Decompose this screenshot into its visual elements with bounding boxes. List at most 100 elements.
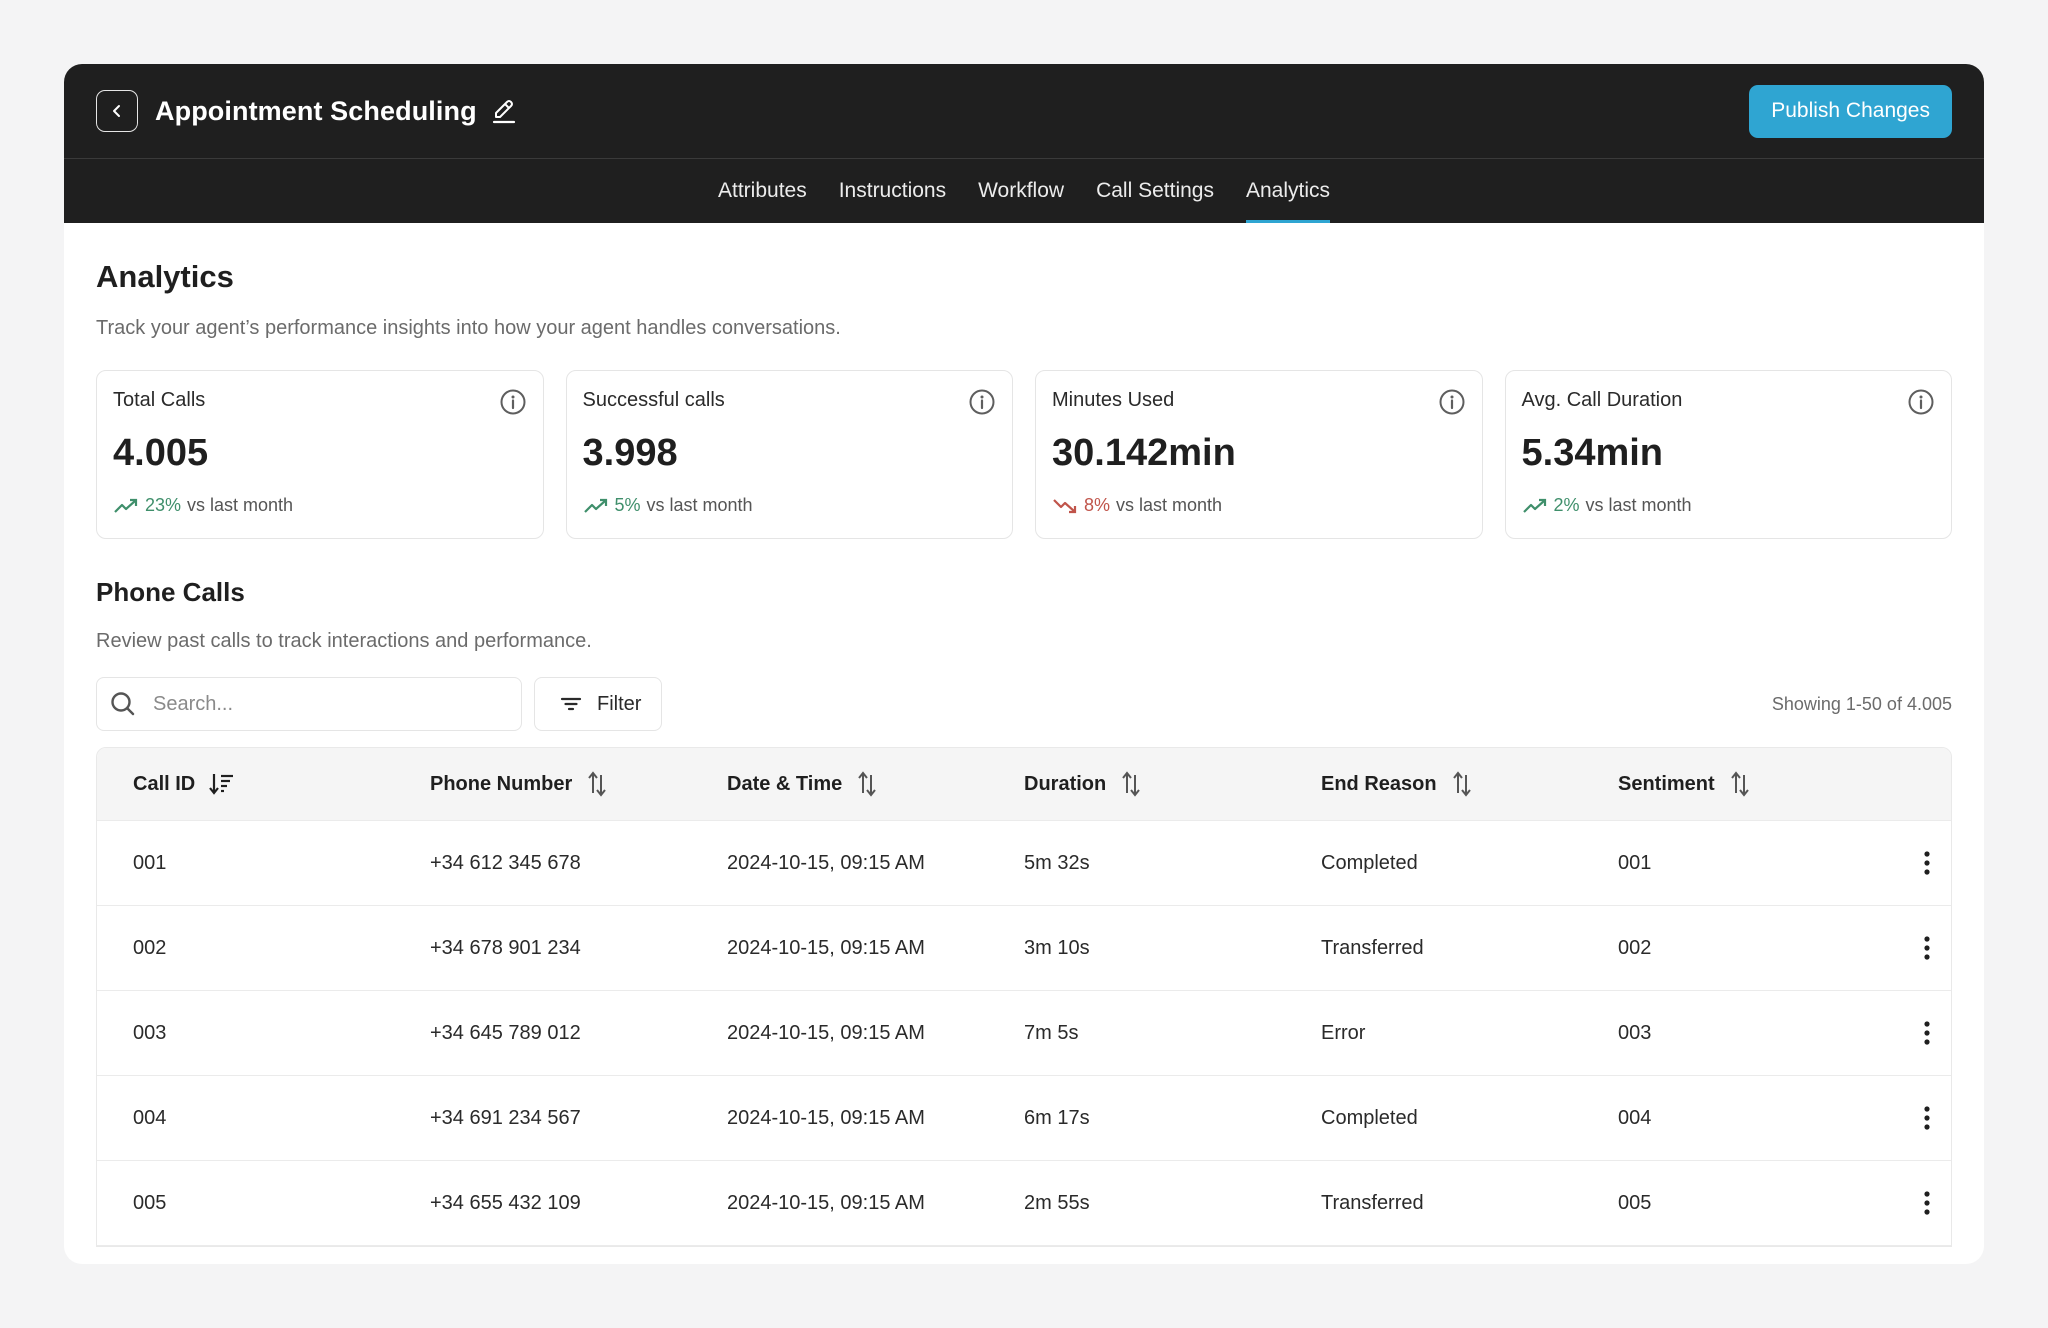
- filter-button[interactable]: Filter: [534, 677, 663, 731]
- column-label: Call ID: [133, 772, 196, 795]
- search-box: [96, 677, 522, 731]
- section-subtitle: Review past calls to track interactions …: [96, 630, 592, 652]
- page-subtitle: Track your agent’s performance insights …: [96, 317, 841, 339]
- tab-workflow[interactable]: Workflow: [962, 159, 1080, 223]
- trend-percent: 5%: [614, 495, 641, 515]
- tab-call-settings[interactable]: Call Settings: [1080, 159, 1230, 223]
- column-header-call-id[interactable]: Call ID: [133, 772, 394, 796]
- stat-card-total-calls: Total Calls 4.005 23% vs last month: [96, 370, 544, 539]
- tab-attributes[interactable]: Attributes: [702, 159, 823, 223]
- cell-date-time: 2024-10-15, 09:15 AM: [727, 936, 925, 959]
- cell-call-id: 002: [133, 936, 167, 959]
- column-label: Phone Number: [430, 772, 573, 795]
- sort-icon: [588, 771, 607, 797]
- cell-sentiment: 001: [1618, 851, 1652, 874]
- stat-value: 4.005: [113, 432, 209, 474]
- cell-sentiment: 004: [1618, 1106, 1652, 1129]
- more-vertical-icon: [1924, 1106, 1930, 1130]
- info-icon[interactable]: [1438, 388, 1466, 416]
- cell-sentiment: 005: [1618, 1191, 1652, 1214]
- trend-percent: 2%: [1553, 495, 1580, 515]
- info-icon[interactable]: [1907, 388, 1935, 416]
- trend-up-icon: [1522, 498, 1546, 513]
- info-icon[interactable]: [968, 388, 996, 416]
- cell-phone-number: +34 655 432 109: [430, 1191, 581, 1214]
- cell-date-time: 2024-10-15, 09:15 AM: [727, 851, 925, 874]
- filter-label: Filter: [597, 692, 642, 715]
- stat-label: Successful calls: [582, 389, 725, 411]
- column-label: Duration: [1024, 772, 1107, 795]
- cell-end-reason: Transferred: [1321, 1191, 1424, 1214]
- cell-end-reason: Completed: [1321, 1106, 1418, 1129]
- stat-label: Minutes Used: [1052, 389, 1175, 411]
- table-row[interactable]: 002 +34 678 901 234 2024-10-15, 09:15 AM 3m…: [97, 906, 1951, 991]
- table-header: Call ID Phone Number Date & Time Duratio…: [97, 748, 1951, 821]
- tab-bar: Attributes Instructions Workflow Call Se…: [64, 159, 1984, 223]
- more-vertical-icon: [1924, 1191, 1930, 1215]
- cell-phone-number: +34 691 234 567: [430, 1106, 581, 1129]
- sort-icon: [1122, 771, 1140, 797]
- cell-call-id: 005: [133, 1191, 167, 1214]
- cell-duration: 5m 32s: [1024, 851, 1090, 874]
- stats-row: Total Calls 4.005 23% vs last month Succ…: [96, 370, 1952, 539]
- publish-changes-button[interactable]: Publish Changes: [1749, 84, 1952, 138]
- stat-trend: 2% vs last month: [1522, 495, 1936, 516]
- search-input[interactable]: [153, 692, 493, 716]
- cell-duration: 7m 5s: [1024, 1021, 1079, 1044]
- table-row[interactable]: 003 +34 645 789 012 2024-10-15, 09:15 AM 7m…: [97, 991, 1951, 1076]
- more-vertical-icon: [1924, 851, 1930, 875]
- tab-instructions[interactable]: Instructions: [823, 159, 962, 223]
- row-actions-button[interactable]: [1915, 933, 1939, 963]
- stat-card-successful-calls: Successful calls 3.998 5% vs last month: [565, 370, 1013, 539]
- cell-end-reason: Error: [1321, 1021, 1366, 1044]
- cell-end-reason: Transferred: [1321, 936, 1424, 959]
- stat-value: 5.34min: [1521, 432, 1664, 474]
- cell-call-id: 001: [133, 851, 167, 874]
- back-button[interactable]: [96, 90, 138, 132]
- row-actions-button[interactable]: [1915, 1103, 1939, 1133]
- cell-call-id: 003: [133, 1021, 167, 1044]
- section-title: Phone Calls: [96, 577, 245, 607]
- sort-descending-icon: [209, 774, 234, 795]
- pagination-summary: Showing 1-50 of 4.005: [1771, 693, 1952, 714]
- stat-trend: 5% vs last month: [583, 495, 997, 516]
- cell-date-time: 2024-10-15, 09:15 AM: [727, 1021, 925, 1044]
- cell-date-time: 2024-10-15, 09:15 AM: [727, 1106, 925, 1129]
- page-title: Analytics: [96, 259, 234, 294]
- column-header-duration[interactable]: Duration: [1024, 771, 1285, 797]
- trend-suffix: vs last month: [1116, 495, 1223, 515]
- cell-call-id: 004: [133, 1106, 167, 1129]
- edit-title-button[interactable]: [491, 97, 517, 125]
- info-icon[interactable]: [499, 388, 527, 416]
- table-body: 001 +34 612 345 678 2024-10-15, 09:15 AM 5m…: [97, 821, 1951, 1246]
- column-header-end-reason[interactable]: End Reason: [1321, 771, 1582, 797]
- cell-phone-number: +34 678 901 234: [430, 936, 581, 959]
- column-label: End Reason: [1321, 772, 1437, 795]
- cell-duration: 6m 17s: [1024, 1106, 1090, 1129]
- column-header-date-time[interactable]: Date & Time: [727, 771, 988, 797]
- table-row[interactable]: 004 +34 691 234 567 2024-10-15, 09:15 AM 6m…: [97, 1076, 1951, 1161]
- sort-icon: [1730, 771, 1749, 797]
- trend-up-icon: [114, 498, 138, 513]
- column-label: Sentiment: [1618, 772, 1715, 795]
- main-content: Analytics Track your agent’s performance…: [64, 259, 1984, 1247]
- table-toolbar: Filter Showing 1-50 of 4.005: [96, 677, 1952, 731]
- filter-icon: [560, 697, 582, 711]
- more-vertical-icon: [1924, 1021, 1930, 1045]
- trend-suffix: vs last month: [1585, 495, 1692, 515]
- column-header-sentiment[interactable]: Sentiment: [1618, 771, 1879, 797]
- row-actions-button[interactable]: [1915, 1188, 1939, 1218]
- tab-analytics[interactable]: Analytics: [1230, 159, 1346, 223]
- stat-trend: 23% vs last month: [113, 495, 527, 516]
- more-vertical-icon: [1924, 936, 1930, 960]
- stat-card-avg-call-duration: Avg. Call Duration 5.34min 2% vs last mo…: [1504, 370, 1952, 539]
- cell-end-reason: Completed: [1321, 851, 1418, 874]
- trend-down-icon: [1053, 498, 1077, 513]
- stat-card-minutes-used: Minutes Used 30.142min 8% vs last month: [1035, 370, 1483, 539]
- column-header-phone-number[interactable]: Phone Number: [430, 771, 691, 797]
- trend-up-icon: [583, 498, 607, 513]
- row-actions-button[interactable]: [1915, 848, 1939, 878]
- table-row[interactable]: 001 +34 612 345 678 2024-10-15, 09:15 AM 5m…: [97, 821, 1951, 906]
- table-row[interactable]: 005 +34 655 432 109 2024-10-15, 09:15 AM 2m…: [97, 1161, 1951, 1246]
- row-actions-button[interactable]: [1915, 1018, 1939, 1048]
